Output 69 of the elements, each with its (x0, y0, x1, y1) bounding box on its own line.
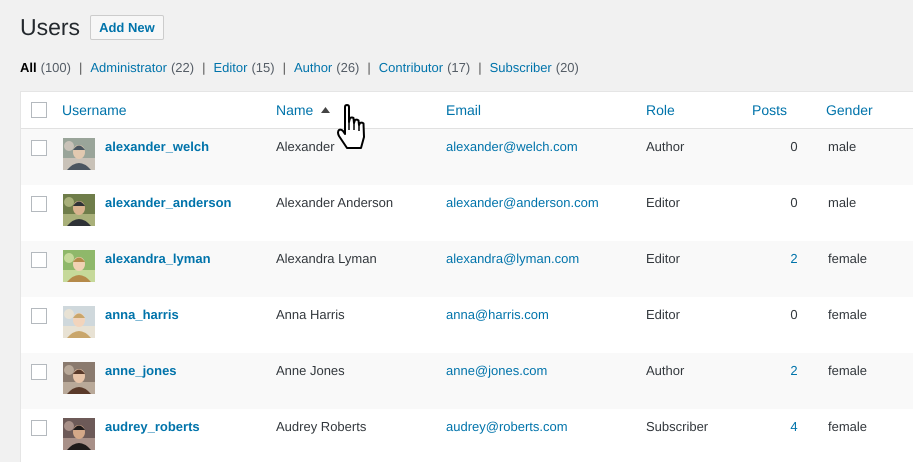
table-cell: 0 (790, 195, 798, 210)
table-cell: male (828, 195, 856, 210)
table-cell: Alexander (276, 139, 335, 154)
email-link[interactable]: anne@jones.com (446, 363, 548, 378)
filter-count: (17) (447, 60, 470, 75)
posts-link[interactable]: 2 (790, 363, 798, 378)
column-header[interactable]: Posts (752, 102, 788, 118)
username-link[interactable]: anne_jones (105, 363, 177, 378)
username-link[interactable]: alexander_welch (105, 139, 210, 154)
username-link[interactable]: anna_harris (105, 307, 179, 322)
table-cell: Anna Harris (276, 307, 345, 322)
row-checkbox[interactable] (31, 252, 47, 268)
table-cell: 0 (790, 139, 798, 154)
row-checkbox[interactable] (31, 140, 47, 156)
sort-arrow-icon (321, 107, 330, 113)
row-checkbox[interactable] (31, 308, 47, 324)
table-cell: Alexandra Lyman (276, 251, 377, 266)
filter-count: (22) (170, 60, 194, 75)
table-cell: Alexander Anderson (276, 195, 394, 210)
page-title: Users (20, 14, 80, 41)
filter-count: (26) (336, 60, 360, 75)
table-cell: male (828, 139, 856, 154)
email-link[interactable]: alexandra@lyman.com (446, 251, 580, 266)
column-header[interactable]: Username (62, 102, 127, 118)
posts-link[interactable]: 4 (790, 419, 798, 434)
email-link[interactable]: alexander@welch.com (446, 139, 578, 154)
separator: | (478, 60, 482, 75)
role-filter-link[interactable]: Contributor (378, 60, 444, 75)
role-filter-link[interactable]: Author (294, 60, 332, 75)
separator: | (78, 60, 82, 75)
table-cell: Author (646, 139, 684, 154)
table-cell: female (828, 307, 868, 322)
role-filter-link[interactable]: Administrator (90, 60, 167, 75)
username-link[interactable]: alexander_anderson (105, 195, 232, 210)
table-cell: Subscriber (646, 419, 708, 434)
table-cell: Editor (646, 195, 680, 210)
select-all-checkbox[interactable] (31, 102, 47, 118)
table-cell: Anne Jones (276, 363, 345, 378)
email-link[interactable]: alexander@anderson.com (446, 195, 599, 210)
column-header[interactable]: Email (446, 102, 482, 118)
column-header[interactable]: Gender (826, 102, 873, 118)
table-cell: 0 (790, 307, 798, 322)
row-checkbox[interactable] (31, 420, 47, 436)
table-cell: Editor (646, 307, 680, 322)
column-header[interactable]: Role (646, 102, 675, 118)
row-checkbox[interactable] (31, 364, 47, 380)
table-cell: female (828, 363, 868, 378)
role-filter-link[interactable]: All (20, 60, 37, 75)
email-link[interactable]: audrey@roberts.com (446, 419, 568, 434)
row-checkbox[interactable] (31, 196, 47, 212)
filter-count: (15) (251, 60, 275, 75)
filter-count: (20) (556, 60, 579, 75)
separator: | (367, 60, 371, 75)
role-filter-link[interactable]: Subscriber (490, 60, 552, 75)
add-new-button[interactable]: Add New (90, 15, 164, 40)
table-cell: Editor (646, 251, 680, 266)
table-cell: Audrey Roberts (276, 419, 366, 434)
username-link[interactable]: alexandra_lyman (105, 251, 211, 266)
table-cell: Author (646, 363, 684, 378)
separator: | (202, 60, 206, 75)
posts-link[interactable]: 2 (790, 251, 798, 266)
column-header[interactable]: Name (276, 102, 314, 118)
table-cell: female (828, 251, 868, 266)
role-filter-link[interactable]: Editor (213, 60, 248, 75)
username-link[interactable]: audrey_roberts (105, 419, 200, 434)
filter-count: (100) (40, 60, 71, 75)
table-cell: female (828, 419, 868, 434)
separator: | (282, 60, 286, 75)
email-link[interactable]: anna@harris.com (446, 307, 549, 322)
